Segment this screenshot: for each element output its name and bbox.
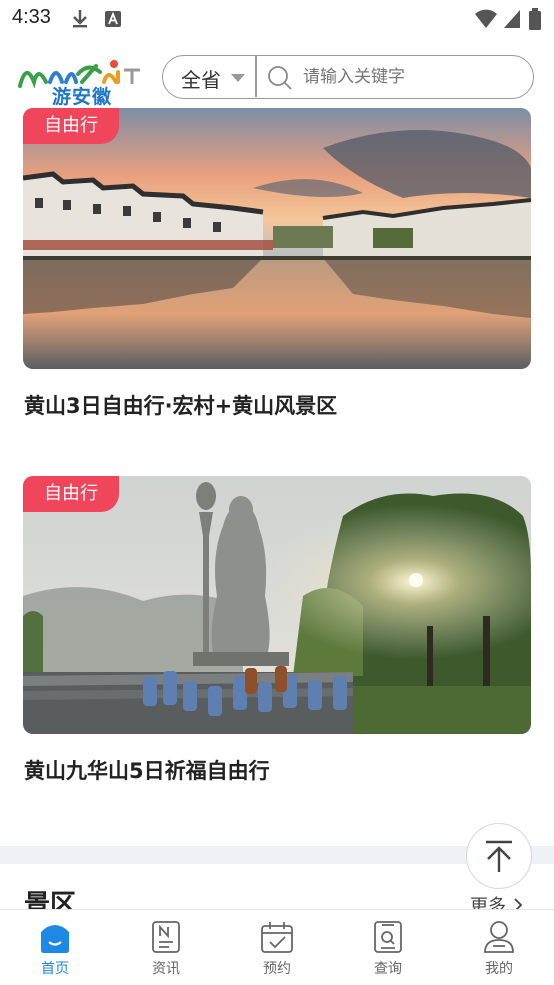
jiuhuashan-photo [23,476,531,734]
status-time: 4:33 [12,6,51,28]
tab-label: 查询 [374,961,402,977]
calendar-icon [261,922,293,953]
bottom-tab-bar: 首页 资讯 预约 查询 我的 [0,909,554,985]
region-selector[interactable]: 全省 [163,56,255,97]
tab-booking[interactable]: 预约 [222,910,332,985]
hongcun-photo [23,108,531,369]
search-icon [268,66,292,90]
search-input[interactable] [301,61,525,93]
download-icon [73,10,87,28]
region-label: 全省 [181,68,221,92]
tab-label: 资讯 [152,961,180,977]
tab-query[interactable]: 查询 [333,910,443,985]
battery-icon [529,8,541,30]
app-logo[interactable]: 游安徽 [16,52,144,108]
tab-news[interactable]: 资讯 [111,910,221,985]
arrow-up-icon [486,840,512,872]
tab-label: 我的 [485,961,513,977]
logo-text: 游安徽 [52,86,113,108]
status-bar: 4:33 [0,0,554,38]
tab-home[interactable]: 首页 [0,910,110,985]
signal-icon [504,10,520,28]
card-title[interactable]: 黄山3日自由行·宏村+黄山风景区 [24,390,337,420]
tab-label: 预约 [263,961,291,977]
card-image-hongcun[interactable]: 自由行 [23,108,531,369]
tour-type-badge: 自由行 [23,108,119,144]
profile-icon [484,921,514,953]
tab-profile[interactable]: 我的 [444,910,554,985]
card-title[interactable]: 黄山九华山5日祈福自由行 [24,755,270,785]
tour-type-badge: 自由行 [23,476,119,512]
home-icon [41,925,69,953]
news-icon [152,921,180,953]
query-icon [374,921,402,953]
card-image-jiuhuashan[interactable]: 自由行 [23,476,531,734]
search-bar: 全省 [162,55,534,99]
back-to-top-button[interactable] [466,823,532,889]
tab-label: 首页 [41,961,69,977]
wifi-icon [475,9,497,28]
app-notification-icon [105,11,121,27]
caret-down-icon [231,74,245,82]
search-divider [255,56,257,97]
